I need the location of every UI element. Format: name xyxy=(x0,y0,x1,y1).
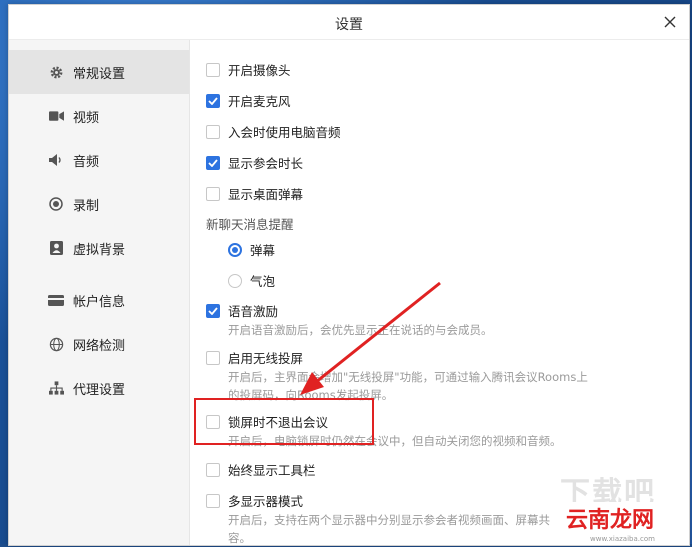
sidebar-item-label: 帐户信息 xyxy=(73,294,126,310)
voice-label: 语音激励 xyxy=(228,304,279,319)
sidebar-item-label: 视频 xyxy=(73,110,100,126)
sidebar-item-general[interactable]: 常规设置 xyxy=(9,50,189,94)
toolbar-label: 始终显示工具栏 xyxy=(228,463,316,478)
card-icon xyxy=(47,291,65,309)
wireless-description-line1: 开启后，主界面会增加"无线投屏"功能，可通过输入腾讯会议Rooms上 xyxy=(228,370,588,384)
mic-checkbox[interactable] xyxy=(206,93,220,108)
camera-option: 开启摄像头 xyxy=(206,60,291,79)
multi-display-checkbox[interactable] xyxy=(206,493,220,508)
watermark-brand: 云南龙网 xyxy=(557,502,663,534)
lock-screen-description: 开启后，电脑锁屏时仍然在会议中，但自动关闭您的视频和音频。 xyxy=(228,434,562,448)
voice-description: 开启语音激励后，会优先显示正在说话的与会成员。 xyxy=(228,323,493,337)
network-icon xyxy=(47,379,65,397)
close-button[interactable] xyxy=(659,11,681,33)
sidebar-item-label: 虚拟背景 xyxy=(73,242,126,258)
desktop-popup-label: 显示桌面弹幕 xyxy=(228,187,304,202)
duration-option: 显示参会时长 xyxy=(206,153,303,172)
danmu-label: 弹幕 xyxy=(250,243,276,258)
multi-display-description-line2: 容。 xyxy=(228,531,251,545)
bubble-option: 气泡 xyxy=(228,271,275,290)
lock-screen-option: 锁屏时不退出会议 xyxy=(206,412,328,431)
title-bar: 设置 xyxy=(9,5,689,40)
toolbar-option: 始终显示工具栏 xyxy=(206,460,316,479)
mic-label: 开启麦克风 xyxy=(228,94,291,109)
camera-label: 开启摄像头 xyxy=(228,63,291,78)
camera-checkbox[interactable] xyxy=(206,62,220,77)
settings-window: 设置 常规设置 视频 音频 录制 虚拟背景 帐户信息 网络检测 代理设置 开启摄… xyxy=(8,4,690,546)
danmu-radio[interactable] xyxy=(228,242,242,257)
multi-display-description-line1: 开启后，支持在两个显示器中分别显示参会者视频画面、屏幕共 xyxy=(228,513,550,527)
sidebar-item-audio[interactable]: 音频 xyxy=(9,138,189,182)
sidebar-item-label: 录制 xyxy=(73,198,100,214)
close-icon xyxy=(664,16,676,28)
desktop-popup-option: 显示桌面弹幕 xyxy=(206,184,303,203)
record-icon xyxy=(47,195,65,213)
sidebar-item-account[interactable]: 帐户信息 xyxy=(9,278,189,322)
sidebar-item-label: 音频 xyxy=(73,154,100,170)
voice-checkbox[interactable] xyxy=(206,303,220,318)
wireless-option: 启用无线投屏 xyxy=(206,348,303,367)
sidebar-item-video[interactable]: 视频 xyxy=(9,94,189,138)
wireless-description-line2: 的投屏码，向Rooms发起投屏。 xyxy=(228,388,394,402)
lock-screen-label: 锁屏时不退出会议 xyxy=(228,415,329,430)
sidebar-item-record[interactable]: 录制 xyxy=(9,182,189,226)
person-icon xyxy=(47,239,65,257)
wireless-checkbox[interactable] xyxy=(206,350,220,365)
check-icon xyxy=(208,306,218,315)
sidebar-item-network-check[interactable]: 网络检测 xyxy=(9,322,189,366)
mic-option: 开启麦克风 xyxy=(206,91,291,110)
sidebar-item-label: 网络检测 xyxy=(73,338,126,354)
danmu-option: 弹幕 xyxy=(228,240,275,259)
video-camera-icon xyxy=(47,107,65,125)
sidebar: 常规设置 视频 音频 录制 虚拟背景 帐户信息 网络检测 代理设置 xyxy=(9,40,190,545)
check-icon xyxy=(208,158,218,167)
multi-display-label: 多显示器模式 xyxy=(228,494,304,509)
chat-notification-heading: 新聊天消息提醒 xyxy=(206,217,294,232)
duration-label: 显示参会时长 xyxy=(228,156,304,171)
toolbar-checkbox[interactable] xyxy=(206,462,220,477)
sidebar-item-virtual-background[interactable]: 虚拟背景 xyxy=(9,226,189,270)
bubble-radio[interactable] xyxy=(228,273,242,288)
multi-display-option: 多显示器模式 xyxy=(206,491,303,510)
pc-audio-option: 入会时使用电脑音频 xyxy=(206,122,341,141)
sidebar-item-label: 常规设置 xyxy=(73,66,126,82)
wireless-label: 启用无线投屏 xyxy=(228,351,304,366)
desktop-popup-checkbox[interactable] xyxy=(206,186,220,201)
watermark-url: www.xiazaiba.com xyxy=(590,535,655,543)
speaker-icon xyxy=(47,151,65,169)
pc-audio-label: 入会时使用电脑音频 xyxy=(228,125,341,140)
window-title: 设置 xyxy=(335,17,363,33)
sidebar-item-proxy[interactable]: 代理设置 xyxy=(9,366,189,410)
globe-icon xyxy=(47,335,65,353)
gear-icon xyxy=(47,63,65,81)
lock-screen-checkbox[interactable] xyxy=(206,414,220,429)
bubble-label: 气泡 xyxy=(250,274,276,289)
voice-option: 语音激励 xyxy=(206,301,278,320)
duration-checkbox[interactable] xyxy=(206,155,220,170)
sidebar-item-label: 代理设置 xyxy=(73,382,126,398)
check-icon xyxy=(208,96,218,105)
pc-audio-checkbox[interactable] xyxy=(206,124,220,139)
